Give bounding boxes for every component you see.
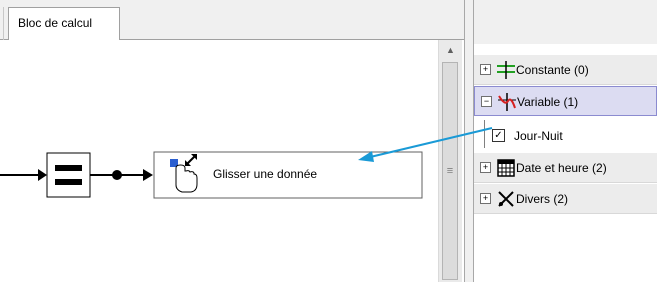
data-tree-panel: + Constante (0) − Variable (1) ✓ Jour-Nu… [474, 0, 657, 282]
tab-label: Bloc de calcul [18, 16, 93, 30]
scroll-thumb[interactable]: ≡ [442, 62, 458, 280]
tree-item-jour-nuit[interactable]: ✓ Jour-Nuit [474, 120, 657, 152]
constant-icon [497, 61, 515, 79]
drop-block-label: Glisser une donnée [213, 167, 318, 181]
group-divers[interactable]: + Divers (2) [474, 184, 657, 214]
group-constante[interactable]: + Constante (0) [474, 55, 657, 85]
expand-icon[interactable]: + [480, 193, 491, 204]
expand-icon[interactable]: + [480, 162, 491, 173]
calculation-canvas[interactable]: Glisser une donnée [0, 40, 438, 282]
tree-connector-line [484, 120, 485, 148]
vertical-scrollbar[interactable]: ▲ ≡ [438, 40, 462, 282]
group-variable[interactable]: − Variable (1) [474, 86, 657, 116]
output-arrowhead [143, 169, 153, 181]
misc-icon [498, 191, 514, 207]
group-label: Variable (1) [517, 95, 579, 109]
tree-item-label: Jour-Nuit [514, 129, 563, 143]
tab-bloc-de-calcul[interactable]: Bloc de calcul [8, 7, 120, 40]
checkbox-checked-icon[interactable]: ✓ [492, 129, 505, 142]
group-label: Constante (0) [516, 63, 589, 77]
panel-header [474, 0, 657, 44]
scroll-up-arrow-icon[interactable]: ▲ [439, 40, 462, 60]
flow-diagram [0, 151, 423, 199]
connector-dot [112, 170, 122, 180]
tab-strip: Bloc de calcul [0, 0, 466, 40]
expand-icon[interactable]: + [480, 64, 491, 75]
equals-operator-block [46, 152, 91, 198]
panel-splitter[interactable] [464, 0, 474, 282]
calendar-icon [497, 159, 515, 177]
group-label: Divers (2) [516, 192, 569, 206]
grip-icon: ≡ [446, 164, 454, 177]
equals-bar-top [55, 165, 82, 171]
equals-bar-bottom [55, 179, 82, 185]
variable-icon [498, 93, 516, 111]
input-arrowhead [38, 169, 47, 181]
group-date-et-heure[interactable]: + Date et heure (2) [474, 153, 657, 183]
group-label: Date et heure (2) [516, 161, 607, 175]
collapse-icon[interactable]: − [481, 96, 492, 107]
